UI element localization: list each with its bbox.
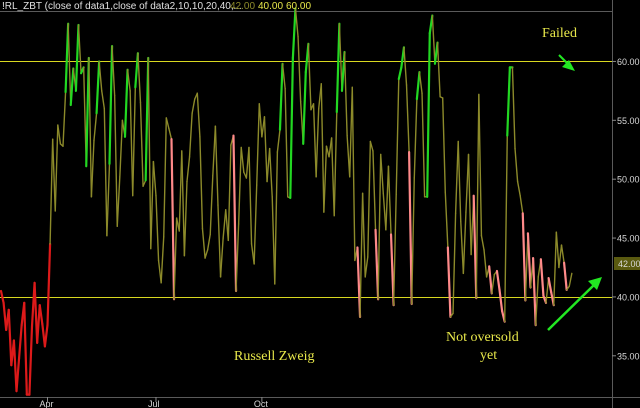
last-value-label: 42.00 xyxy=(618,259,640,269)
y-tick-label-45: 45.00 xyxy=(617,234,640,244)
annotation-failed: Failed xyxy=(542,26,577,41)
y-tick-label-35: 35.00 xyxy=(617,351,640,361)
level-value-1: 42.00 xyxy=(230,1,255,12)
y-tick-label-40: 40.00 xyxy=(617,292,640,302)
y-tick-label-50: 50.00 xyxy=(617,175,640,185)
x-tick-label-apr: Apr xyxy=(39,399,53,408)
y-tick-label-60: 60.00 xyxy=(617,57,640,67)
y-tick-label-55: 55.00 xyxy=(617,116,640,126)
level-value-2: 40.00 xyxy=(258,1,283,12)
x-tick-label-oct: Oct xyxy=(254,399,269,408)
last-value-marker: 42.00 xyxy=(614,257,640,270)
annotation-not-oversold: Not oversold xyxy=(446,330,519,345)
indicator-chart: 35.00 40.00 45.00 50.00 55.00 60.00 Apr Jul Oct… xyxy=(0,0,640,408)
indicator-title: !RL_ZBT (close of data1,close of data2,1… xyxy=(2,1,242,12)
level-value-3: 60.00 xyxy=(286,1,311,12)
x-tick-label-jul: Jul xyxy=(148,399,160,408)
annotation-russell-zweig: Russell Zweig xyxy=(234,349,315,364)
annotation-yet: yet xyxy=(480,348,497,363)
